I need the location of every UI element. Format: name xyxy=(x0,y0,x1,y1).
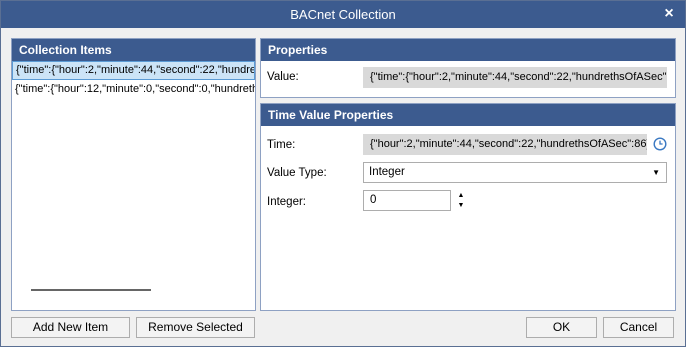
time-value-properties-header: Time Value Properties xyxy=(261,104,675,126)
integer-label: Integer: xyxy=(267,196,306,208)
properties-header: Properties xyxy=(261,39,675,61)
increment-arrow-icon[interactable]: ▲ xyxy=(456,192,466,200)
cancel-button[interactable]: Cancel xyxy=(603,317,674,338)
integer-input[interactable]: 0 xyxy=(363,190,451,211)
collection-items-header: Collection Items xyxy=(12,39,255,61)
ok-button[interactable]: OK xyxy=(526,317,597,338)
title-bar: BACnet Collection × xyxy=(1,1,685,28)
collection-items-list[interactable]: {"time":{"hour":2,"minute":44,"second":2… xyxy=(12,61,255,282)
list-item[interactable]: {"time":{"hour":2,"minute":44,"second":2… xyxy=(12,61,255,80)
value-label: Value: xyxy=(267,71,299,83)
value-field: {"time":{"hour":2,"minute":44,"second":2… xyxy=(363,67,667,88)
list-item[interactable]: {"time":{"hour":12,"minute":0,"second":0… xyxy=(12,80,255,99)
value-type-select[interactable]: Integer ▼ xyxy=(363,162,667,183)
chevron-down-icon: ▼ xyxy=(652,168,660,177)
time-value-properties-panel: Time Value Properties Time: {"hour":2,"m… xyxy=(260,103,676,311)
close-icon[interactable]: × xyxy=(660,4,678,24)
clock-icon[interactable] xyxy=(653,137,667,151)
value-type-selected: Integer xyxy=(369,166,405,178)
add-new-item-button[interactable]: Add New Item xyxy=(11,317,130,338)
collection-items-panel: Collection Items {"time":{"hour":2,"minu… xyxy=(11,38,256,311)
value-type-label: Value Type: xyxy=(267,167,327,179)
time-field[interactable]: {"hour":2,"minute":44,"second":22,"hundr… xyxy=(363,134,647,155)
properties-panel: Properties Value: {"time":{"hour":2,"min… xyxy=(260,38,676,98)
dialog-title: BACnet Collection xyxy=(290,7,396,22)
time-label: Time: xyxy=(267,139,296,151)
decrement-arrow-icon[interactable]: ▼ xyxy=(456,202,466,210)
remove-selected-button[interactable]: Remove Selected xyxy=(136,317,255,338)
bacnet-collection-dialog: BACnet Collection × Collection Items {"t… xyxy=(0,0,686,347)
horizontal-scrollbar[interactable] xyxy=(31,289,151,291)
